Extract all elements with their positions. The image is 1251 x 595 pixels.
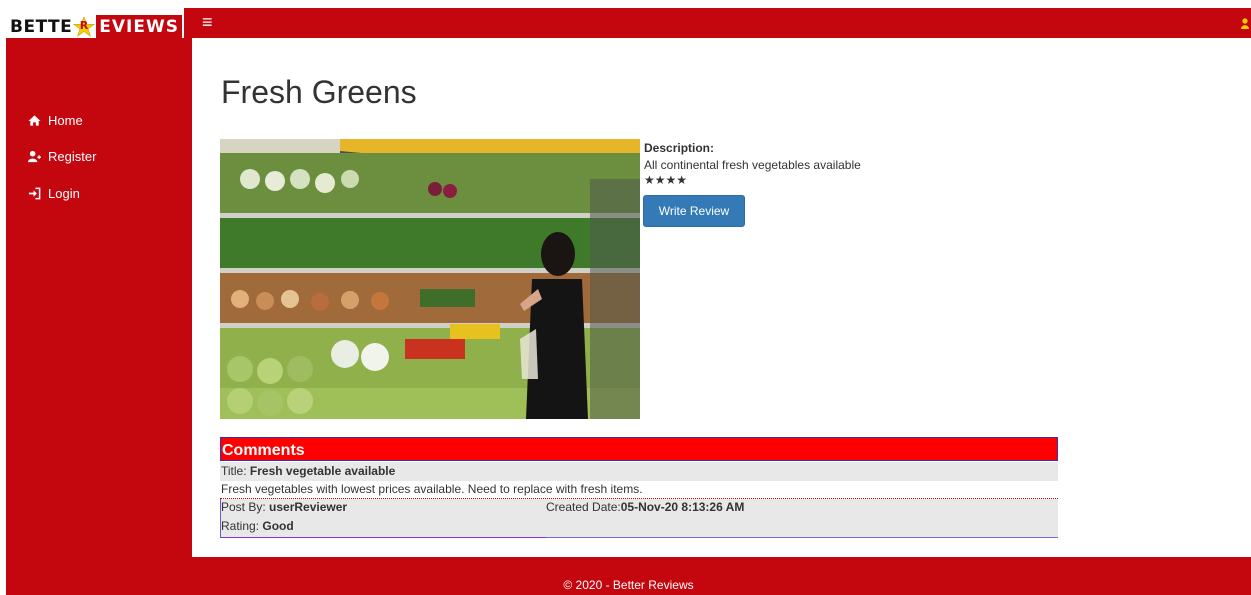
logo-part1: BETTE [10,16,73,37]
comment-rating: Rating: Good [221,519,294,533]
hamburger-icon[interactable]: ≡ [202,13,213,31]
product-image [220,139,640,419]
top-navbar [6,8,1251,38]
rating-stars: ★★★★ [644,173,688,187]
footer-text: © 2020 - Better Reviews [563,578,694,592]
sidebar-item-label: Register [48,149,97,164]
divider [221,537,546,538]
sidebar-item-home[interactable]: Home [28,113,83,128]
comment-post-by: Post By: userReviewer [221,500,347,514]
created-date-label: Created Date: [546,500,621,514]
sidebar: Home Register Login [6,38,192,557]
description-label: Description: [644,141,715,155]
rating-label: Rating: [221,519,263,533]
logo-star-letter: R [79,18,89,32]
comment-body: Fresh vegetables with lowest prices avai… [220,481,1058,499]
sidebar-item-register[interactable]: Register [28,149,96,164]
sidebar-item-login[interactable]: Login [28,186,80,201]
logo-part2: EVIEWS [96,14,182,39]
page-title: Fresh Greens [221,74,417,110]
description-text: All continental fresh vegetables availab… [644,158,861,172]
comment-title: Fresh vegetable available [249,464,396,478]
user-icon[interactable] [1241,16,1249,29]
post-by-user: userReviewer [269,500,348,514]
user-plus-icon [28,150,41,163]
sidebar-item-label: Home [48,113,83,128]
star-icon: R [73,15,96,38]
sign-in-icon [28,187,41,200]
footer: © 2020 - Better Reviews [6,557,1251,595]
created-date-value: 05-Nov-20 8:13:26 AM [620,500,745,514]
sidebar-item-label: Login [48,186,80,201]
comments-section: Comments Title: Fresh vegetable availabl… [220,437,1058,538]
comment-title-label: Title: [221,464,250,478]
logo-text: BETTE R EVIEWS [6,14,182,39]
write-review-button[interactable]: Write Review [643,195,745,227]
comments-heading: Comments [220,437,1058,461]
rating-value: Good [262,519,294,533]
product-details: Description: All continental fresh veget… [644,141,861,187]
comment-meta: Post By: userReviewer Created Date:05-No… [220,499,1058,538]
comment-created-date: Created Date:05-Nov-20 8:13:26 AM [546,500,744,514]
post-by-label: Post By: [221,500,270,514]
home-icon [28,114,41,127]
comment-title-row: Title: Fresh vegetable available [220,462,1058,481]
